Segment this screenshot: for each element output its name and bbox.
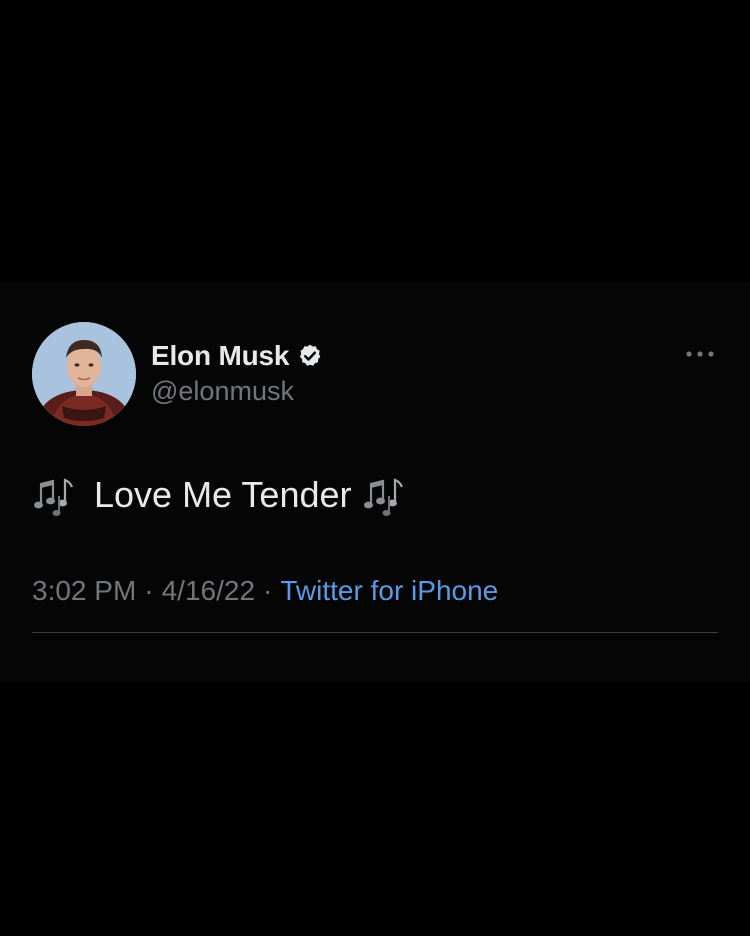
meta-separator: ·	[263, 575, 273, 606]
author-name-row[interactable]: Elon Musk	[151, 337, 323, 375]
verified-badge-icon	[297, 343, 323, 369]
divider	[32, 632, 718, 633]
tweet-meta: 3:02 PM · 4/16/22 · Twitter for iPhone	[32, 573, 498, 609]
tweet-source-link[interactable]: Twitter for iPhone	[280, 575, 498, 606]
more-dots-icon[interactable]	[682, 340, 718, 368]
avatar[interactable]	[32, 322, 136, 426]
author-handle[interactable]: @elonmusk	[151, 376, 294, 407]
musical-notes-icon	[32, 472, 80, 518]
tweet-time[interactable]: 3:02 PM	[32, 575, 136, 606]
tweet-date[interactable]: 4/16/22	[162, 575, 255, 606]
tweet-text: Love Me Tender	[32, 472, 410, 518]
meta-separator: ·	[144, 575, 154, 606]
tweet-body-text: Love Me Tender	[94, 474, 352, 515]
author-display-name[interactable]: Elon Musk	[151, 340, 289, 372]
avatar-image	[32, 322, 136, 426]
musical-notes-icon	[362, 472, 410, 518]
